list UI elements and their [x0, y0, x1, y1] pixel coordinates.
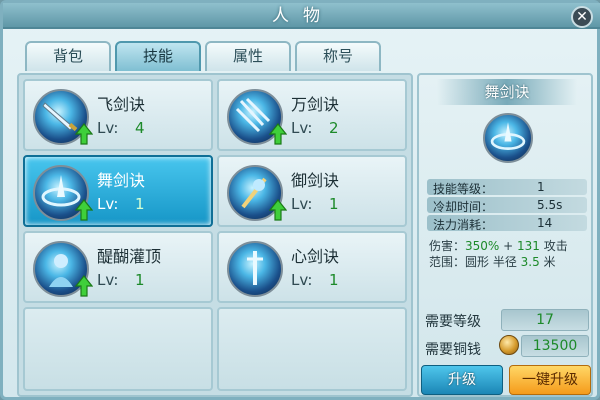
skill-name: 万剑诀 [291, 95, 340, 114]
skill-card-wujian[interactable]: 舞剑诀 Lv: 1 [23, 155, 213, 227]
required-money-label: 需要铜钱 [425, 342, 481, 358]
tab-titles[interactable]: 称号 [295, 41, 381, 71]
upgrade-button[interactable]: 升级 [421, 365, 503, 395]
window-title: 人物 [3, 3, 600, 29]
range-description: 范围：圆形 半径 3.5 米 [429, 255, 556, 269]
empty-skill-slot [217, 307, 407, 391]
skill-name: 醍醐灌顶 [97, 247, 162, 266]
skill-card-tiguguanding[interactable]: 醍醐灌顶 Lv: 1 [23, 231, 213, 303]
tab-attributes[interactable]: 属性 [205, 41, 291, 71]
copper-coin-icon [499, 335, 519, 355]
character-window: 人物 ✕ 背包 技能 属性 称号 飞剑诀 Lv: 4 万剑诀 Lv: 2 舞剑诀… [0, 0, 600, 400]
sword-dance-icon [483, 113, 533, 163]
empty-skill-slot [23, 307, 213, 391]
skill-card-wanjian[interactable]: 万剑诀 Lv: 2 [217, 79, 407, 151]
required-money-value: 13500 [521, 335, 589, 357]
level-label: Lv: [291, 271, 313, 289]
required-level-label: 需要等级 [425, 314, 481, 330]
tab-skills[interactable]: 技能 [115, 41, 201, 71]
tab-bar: 背包 技能 属性 称号 [25, 41, 381, 71]
skill-name: 飞剑诀 [97, 95, 146, 114]
stat-skill-level: 技能等级： 1 [427, 179, 587, 196]
upgrade-arrow-icon [75, 199, 93, 221]
close-button[interactable]: ✕ [571, 6, 593, 28]
upgrade-arrow-icon [75, 123, 93, 145]
level-label: Lv: [97, 271, 119, 289]
level-label: Lv: [291, 119, 313, 137]
skill-name: 御剑诀 [291, 171, 340, 190]
heart-sword-icon [227, 241, 283, 297]
skill-detail-panel: 舞剑诀 技能等级： 1 冷却时间： 5.5s 法力消耗： 14 伤害：350% … [417, 73, 593, 397]
level-label: Lv: [291, 195, 313, 213]
stat-mana-cost: 法力消耗： 14 [427, 215, 587, 232]
damage-description: 伤害：350% + 131 攻击 [429, 239, 568, 253]
required-level-value: 17 [501, 309, 589, 331]
upgrade-arrow-icon [269, 199, 287, 221]
detail-title: 舞剑诀 [437, 79, 577, 105]
level-value: 1 [135, 195, 145, 213]
level-value: 1 [135, 271, 145, 289]
level-value: 2 [329, 119, 339, 137]
upgrade-arrow-icon [75, 275, 93, 297]
level-value: 1 [329, 195, 339, 213]
skill-name: 心剑诀 [291, 247, 340, 266]
skill-card-xinjian[interactable]: 心剑诀 Lv: 1 [217, 231, 407, 303]
level-value: 1 [329, 271, 339, 289]
stat-cooldown: 冷却时间： 5.5s [427, 197, 587, 214]
level-label: Lv: [97, 195, 119, 213]
level-value: 4 [135, 119, 145, 137]
one-click-upgrade-button[interactable]: 一键升级 [509, 365, 591, 395]
skill-card-yujian[interactable]: 御剑诀 Lv: 1 [217, 155, 407, 227]
tab-inventory[interactable]: 背包 [25, 41, 111, 71]
level-label: Lv: [97, 119, 119, 137]
upgrade-arrow-icon [269, 123, 287, 145]
skill-grid: 飞剑诀 Lv: 4 万剑诀 Lv: 2 舞剑诀 Lv: 1 御剑诀 Lv: 1 … [17, 73, 413, 397]
skill-card-feijian[interactable]: 飞剑诀 Lv: 4 [23, 79, 213, 151]
skill-name: 舞剑诀 [97, 171, 146, 190]
